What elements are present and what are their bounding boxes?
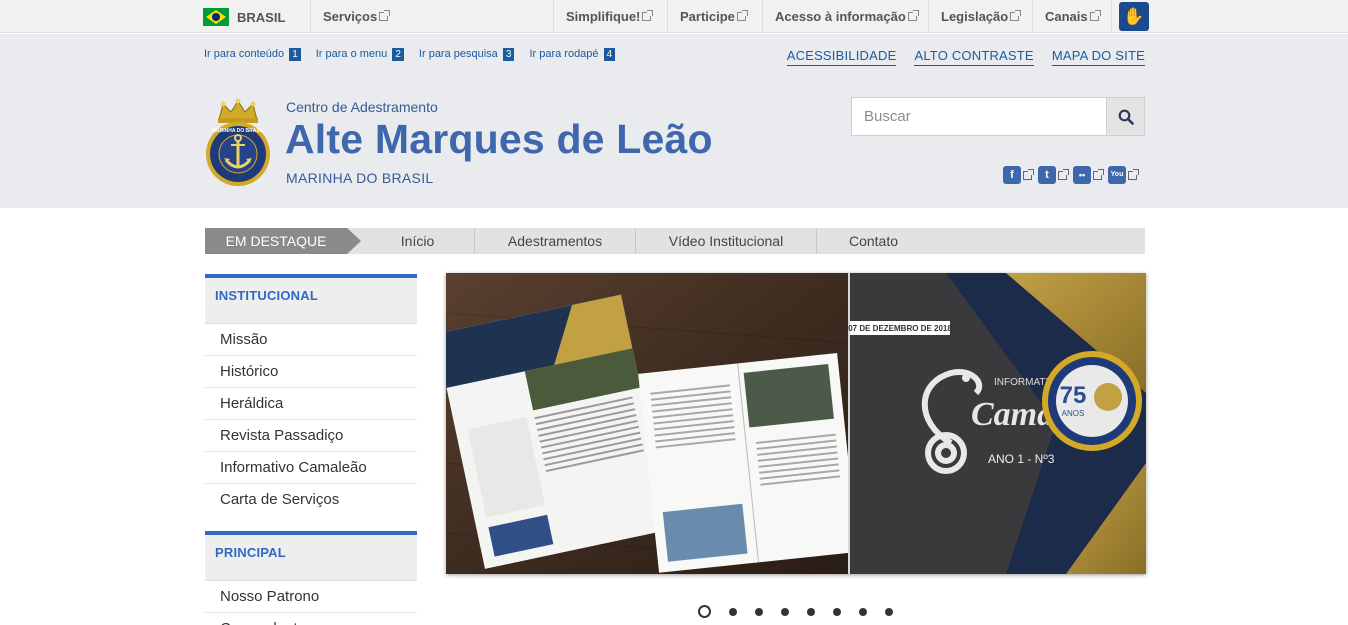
- external-link-icon: [1089, 10, 1101, 21]
- carousel-dot[interactable]: [859, 608, 867, 616]
- search-icon: [1118, 109, 1134, 125]
- external-link-icon: [736, 10, 748, 21]
- external-link-icon: [642, 10, 654, 21]
- badge-number: 75: [1060, 382, 1087, 409]
- slide-edition: ANO 1 - Nº3: [988, 452, 1055, 466]
- skip-link-label: Ir para o menu: [315, 48, 388, 60]
- gov-link-label: Simplifique!: [566, 9, 641, 24]
- sidebar-section-title: INSTITUCIONAL: [205, 274, 417, 324]
- search-button[interactable]: [1106, 98, 1144, 135]
- carousel-dot[interactable]: [755, 608, 763, 616]
- site-subtitle: Centro de Adestramento: [286, 99, 438, 115]
- carousel-pagination: [698, 605, 893, 618]
- carousel-dot[interactable]: [781, 608, 789, 616]
- nav-item-inicio[interactable]: Início: [361, 228, 475, 254]
- brasil-label: BRASIL: [237, 9, 286, 25]
- brazil-flag-icon: [203, 8, 229, 26]
- featured-carousel[interactable]: 07 DE DEZEMBRO DE 2018 INFORMATIVO Camal…: [446, 273, 1146, 574]
- gov-link-canais[interactable]: Canais: [1032, 0, 1112, 33]
- sidebar-institucional: INSTITUCIONAL Missão Histórico Heráldica…: [205, 274, 417, 516]
- twitter-link[interactable]: t: [1038, 166, 1069, 184]
- youtube-icon: You: [1108, 166, 1126, 184]
- high-contrast-link[interactable]: ALTO CONTRASTE: [914, 48, 1034, 66]
- external-link-icon: [1093, 168, 1104, 180]
- nav-item-contato[interactable]: Contato: [817, 228, 930, 254]
- facebook-icon: f: [1003, 166, 1021, 184]
- external-link-icon: [907, 10, 919, 21]
- skip-link-label: Ir para conteúdo: [204, 48, 285, 60]
- gov-link-simplifique[interactable]: Simplifique!: [553, 0, 663, 33]
- facebook-link[interactable]: f: [1003, 166, 1034, 184]
- youtube-link[interactable]: You: [1108, 166, 1139, 184]
- sidebar-section-title: PRINCIPAL: [205, 531, 417, 581]
- top-links: ACESSIBILIDADE ALTO CONTRASTE MAPA DO SI…: [786, 48, 1145, 66]
- sidebar-principal: PRINCIPAL Nosso Patrono Comandantes: [205, 531, 417, 625]
- twitter-icon: t: [1038, 166, 1056, 184]
- brasil-link[interactable]: BRASIL: [203, 7, 285, 27]
- sidebar-item-missao[interactable]: Missão: [205, 324, 417, 356]
- social-links: f t •• You: [1003, 166, 1139, 184]
- skip-link-footer[interactable]: Ir para rodapé 4: [529, 48, 616, 61]
- carousel-dot[interactable]: [729, 608, 737, 616]
- nav-highlight-label: EM DESTAQUE: [205, 228, 361, 254]
- badge-word: ANOS: [1062, 409, 1085, 418]
- skip-link-menu[interactable]: Ir para o menu 2: [316, 48, 404, 61]
- sidebar-item-historico[interactable]: Histórico: [205, 356, 417, 388]
- gov-link-label: Acesso à informação: [775, 9, 906, 24]
- carousel-dot[interactable]: [807, 608, 815, 616]
- skip-link-content[interactable]: Ir para conteúdo 1: [204, 48, 301, 61]
- gov-link-label: Legislação: [941, 9, 1009, 24]
- skip-link-label: Ir para pesquisa: [418, 48, 498, 60]
- gov-link-acesso-informacao[interactable]: Acesso à informação: [762, 0, 929, 33]
- sidebar-item-nosso-patrono[interactable]: Nosso Patrono: [205, 581, 417, 613]
- main-nav: EM DESTAQUE Início Adestramentos Vídeo I…: [205, 228, 1145, 254]
- sidebar-item-heraldica[interactable]: Heráldica: [205, 388, 417, 420]
- search-box: [851, 97, 1145, 136]
- flickr-icon: ••: [1073, 166, 1091, 184]
- external-link-icon: [1058, 168, 1069, 180]
- logo-text: MARINHA DO BRASIL: [212, 128, 264, 134]
- accessibility-link[interactable]: ACESSIBILIDADE: [786, 48, 897, 66]
- nav-item-adestramentos[interactable]: Adestramentos: [475, 228, 636, 254]
- gov-bar: BRASIL Serviços Simplifique! Participe A…: [0, 0, 1348, 33]
- gov-link-label: Serviços: [323, 9, 378, 24]
- sitemap-link[interactable]: MAPA DO SITE: [1051, 48, 1145, 66]
- skip-links: Ir para conteúdo 1 Ir para o menu 2 Ir p…: [204, 48, 616, 61]
- accesskey-badge: 1: [289, 48, 301, 61]
- carousel-dot[interactable]: [833, 608, 841, 616]
- carousel-slide-image: 07 DE DEZEMBRO DE 2018 INFORMATIVO Camal…: [446, 273, 1146, 574]
- gov-link-servicos[interactable]: Serviços: [310, 0, 553, 33]
- slide-date: 07 DE DEZEMBRO DE 2018: [848, 324, 952, 333]
- vlibras-accessibility-icon[interactable]: ✋: [1119, 2, 1149, 31]
- skip-link-label: Ir para rodapé: [529, 48, 599, 60]
- nav-item-video-institucional[interactable]: Vídeo Institucional: [636, 228, 817, 254]
- sidebar-item-carta-servicos[interactable]: Carta de Serviços: [205, 484, 417, 516]
- external-link-icon: [379, 10, 391, 21]
- accesskey-badge: 4: [603, 48, 616, 61]
- site-title[interactable]: Alte Marques de Leão: [285, 116, 713, 163]
- accesskey-badge: 3: [502, 48, 515, 61]
- gov-link-participe[interactable]: Participe: [667, 0, 758, 33]
- marinha-brasil-logo[interactable]: MARINHA DO BRASIL: [205, 98, 271, 190]
- sidebar-item-comandantes[interactable]: Comandantes: [205, 613, 417, 625]
- carousel-dot[interactable]: [698, 605, 711, 618]
- sidebar-item-revista-passadico[interactable]: Revista Passadiço: [205, 420, 417, 452]
- gov-link-legislacao[interactable]: Legislação: [928, 0, 1031, 33]
- flickr-link[interactable]: ••: [1073, 166, 1104, 184]
- external-link-icon: [1128, 168, 1139, 180]
- search-input[interactable]: [852, 98, 1106, 135]
- carousel-dot[interactable]: [885, 608, 893, 616]
- gov-link-label: Canais: [1045, 9, 1088, 24]
- external-link-icon: [1010, 10, 1022, 21]
- accesskey-badge: 2: [392, 48, 404, 61]
- sidebar-item-informativo-camaleao[interactable]: Informativo Camaleão: [205, 452, 417, 484]
- gov-link-label: Participe: [680, 9, 735, 24]
- external-link-icon: [1023, 168, 1034, 180]
- skip-link-search[interactable]: Ir para pesquisa 3: [419, 48, 515, 61]
- site-organization: MARINHA DO BRASIL: [286, 170, 434, 186]
